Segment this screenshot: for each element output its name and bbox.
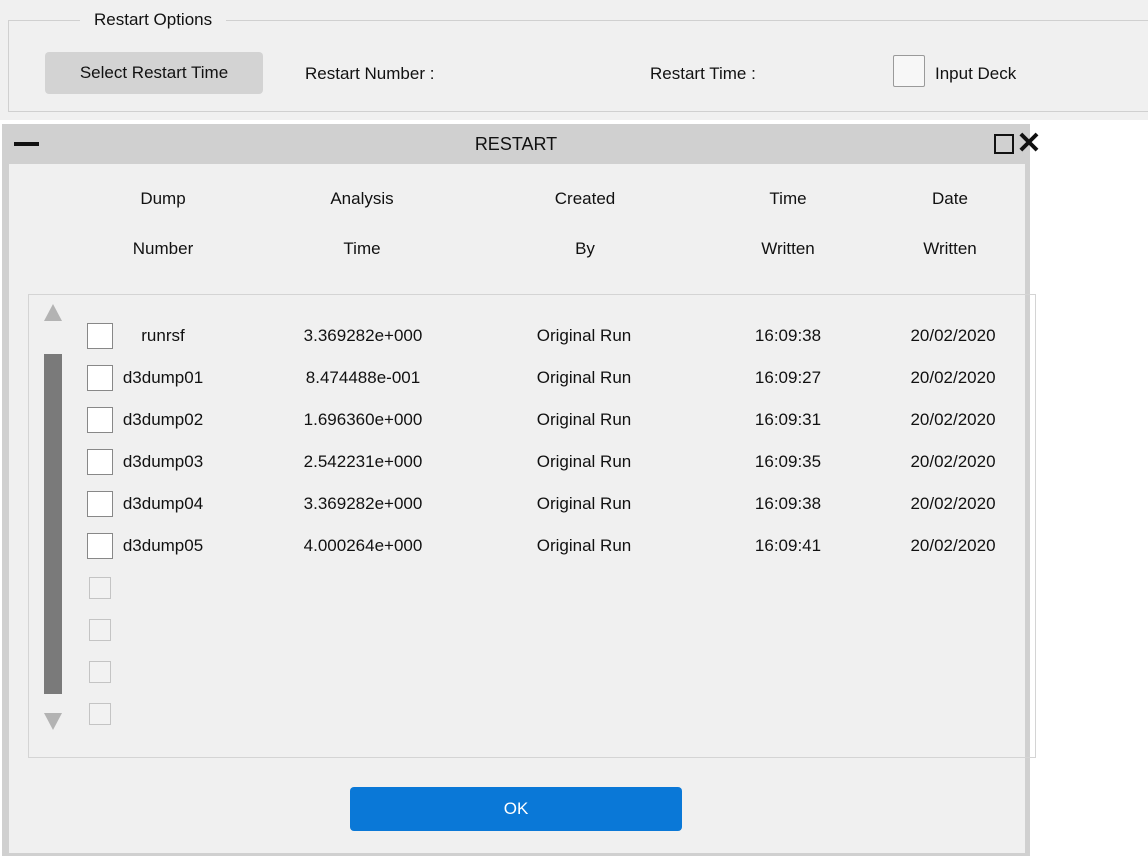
input-deck-label: Input Deck [935,64,1017,83]
table-row[interactable]: d3dump05 4.000264e+000 Original Run 16:0… [79,531,1019,567]
empty-row [79,699,1019,735]
column-header-analysis-line1: Analysis [330,189,394,208]
column-header-created-line1: Created [554,189,616,208]
cell-dump-number: d3dump02 [122,410,204,429]
row-checkbox-disabled [89,661,111,683]
input-deck-checkbox[interactable] [893,55,925,87]
cell-created-by: Original Run [536,326,632,345]
scroll-up-arrow-icon[interactable] [44,304,62,321]
table-row[interactable]: d3dump04 3.369282e+000 Original Run 16:0… [79,489,1019,525]
cell-dump-number: d3dump03 [122,452,204,471]
empty-row [79,615,1019,651]
dialog-title: RESTART [474,134,558,154]
empty-row [79,657,1019,693]
cell-analysis-time: 2.542231e+000 [303,452,423,471]
restart-time-label: Restart Time : [650,64,756,83]
maximize-icon[interactable] [994,134,1014,154]
cell-dump-number: d3dump05 [122,536,204,555]
cell-date-written: 20/02/2020 [910,494,996,513]
cell-analysis-time: 8.474488e-001 [305,368,421,387]
scroll-down-arrow-icon[interactable] [44,713,62,730]
restart-options-title: Restart Options [80,8,227,32]
cell-analysis-time: 3.369282e+000 [303,494,423,513]
column-header-date-line1: Date [932,189,968,208]
cell-created-by: Original Run [536,368,632,387]
select-restart-time-button[interactable]: Select Restart Time [45,52,263,94]
restart-options-panel: Restart Options Select Restart Time Rest… [0,0,1148,120]
column-header-created-line2: By [575,239,595,258]
close-icon[interactable]: ✕ [1016,129,1042,159]
cell-date-written: 20/02/2020 [910,536,996,555]
empty-row [79,573,1019,609]
cell-date-written: 20/02/2020 [910,410,996,429]
restart-number-label: Restart Number : [305,64,435,83]
row-checkbox-disabled [89,703,111,725]
cell-dump-number: runrsf [141,326,185,345]
table-row[interactable]: d3dump03 2.542231e+000 Original Run 16:0… [79,447,1019,483]
column-header-analysis-line2: Time [343,239,381,258]
column-header-dump-line2: Number [132,239,194,258]
cell-date-written: 20/02/2020 [910,452,996,471]
scrollbar-thumb[interactable] [44,354,62,694]
table-row[interactable]: d3dump01 8.474488e-001 Original Run 16:0… [79,363,1019,399]
row-checkbox-disabled [89,619,111,641]
cell-analysis-time: 4.000264e+000 [303,536,423,555]
cell-analysis-time: 1.696360e+000 [303,410,423,429]
cell-created-by: Original Run [536,452,632,471]
row-checkbox-disabled [89,577,111,599]
ok-button[interactable]: OK [350,787,682,831]
column-header-dump-line1: Dump [140,189,186,208]
dialog-titlebar[interactable]: RESTART ✕ [2,124,1042,164]
cell-created-by: Original Run [536,410,632,429]
table-row[interactable]: d3dump02 1.696360e+000 Original Run 16:0… [79,405,1019,441]
restart-dialog: RESTART ✕ Dump Number Analysis Time Crea… [2,124,1042,856]
cell-created-by: Original Run [536,494,632,513]
cell-date-written: 20/02/2020 [910,326,996,345]
cell-analysis-time: 3.369282e+000 [303,326,423,345]
cell-created-by: Original Run [536,536,632,555]
cell-dump-number: d3dump04 [122,494,204,513]
cell-dump-number: d3dump01 [122,368,204,387]
table-row[interactable]: runrsf 3.369282e+000 Original Run 16:09:… [79,321,1019,357]
column-header-date-line2: Written [923,239,977,258]
cell-date-written: 20/02/2020 [910,368,996,387]
